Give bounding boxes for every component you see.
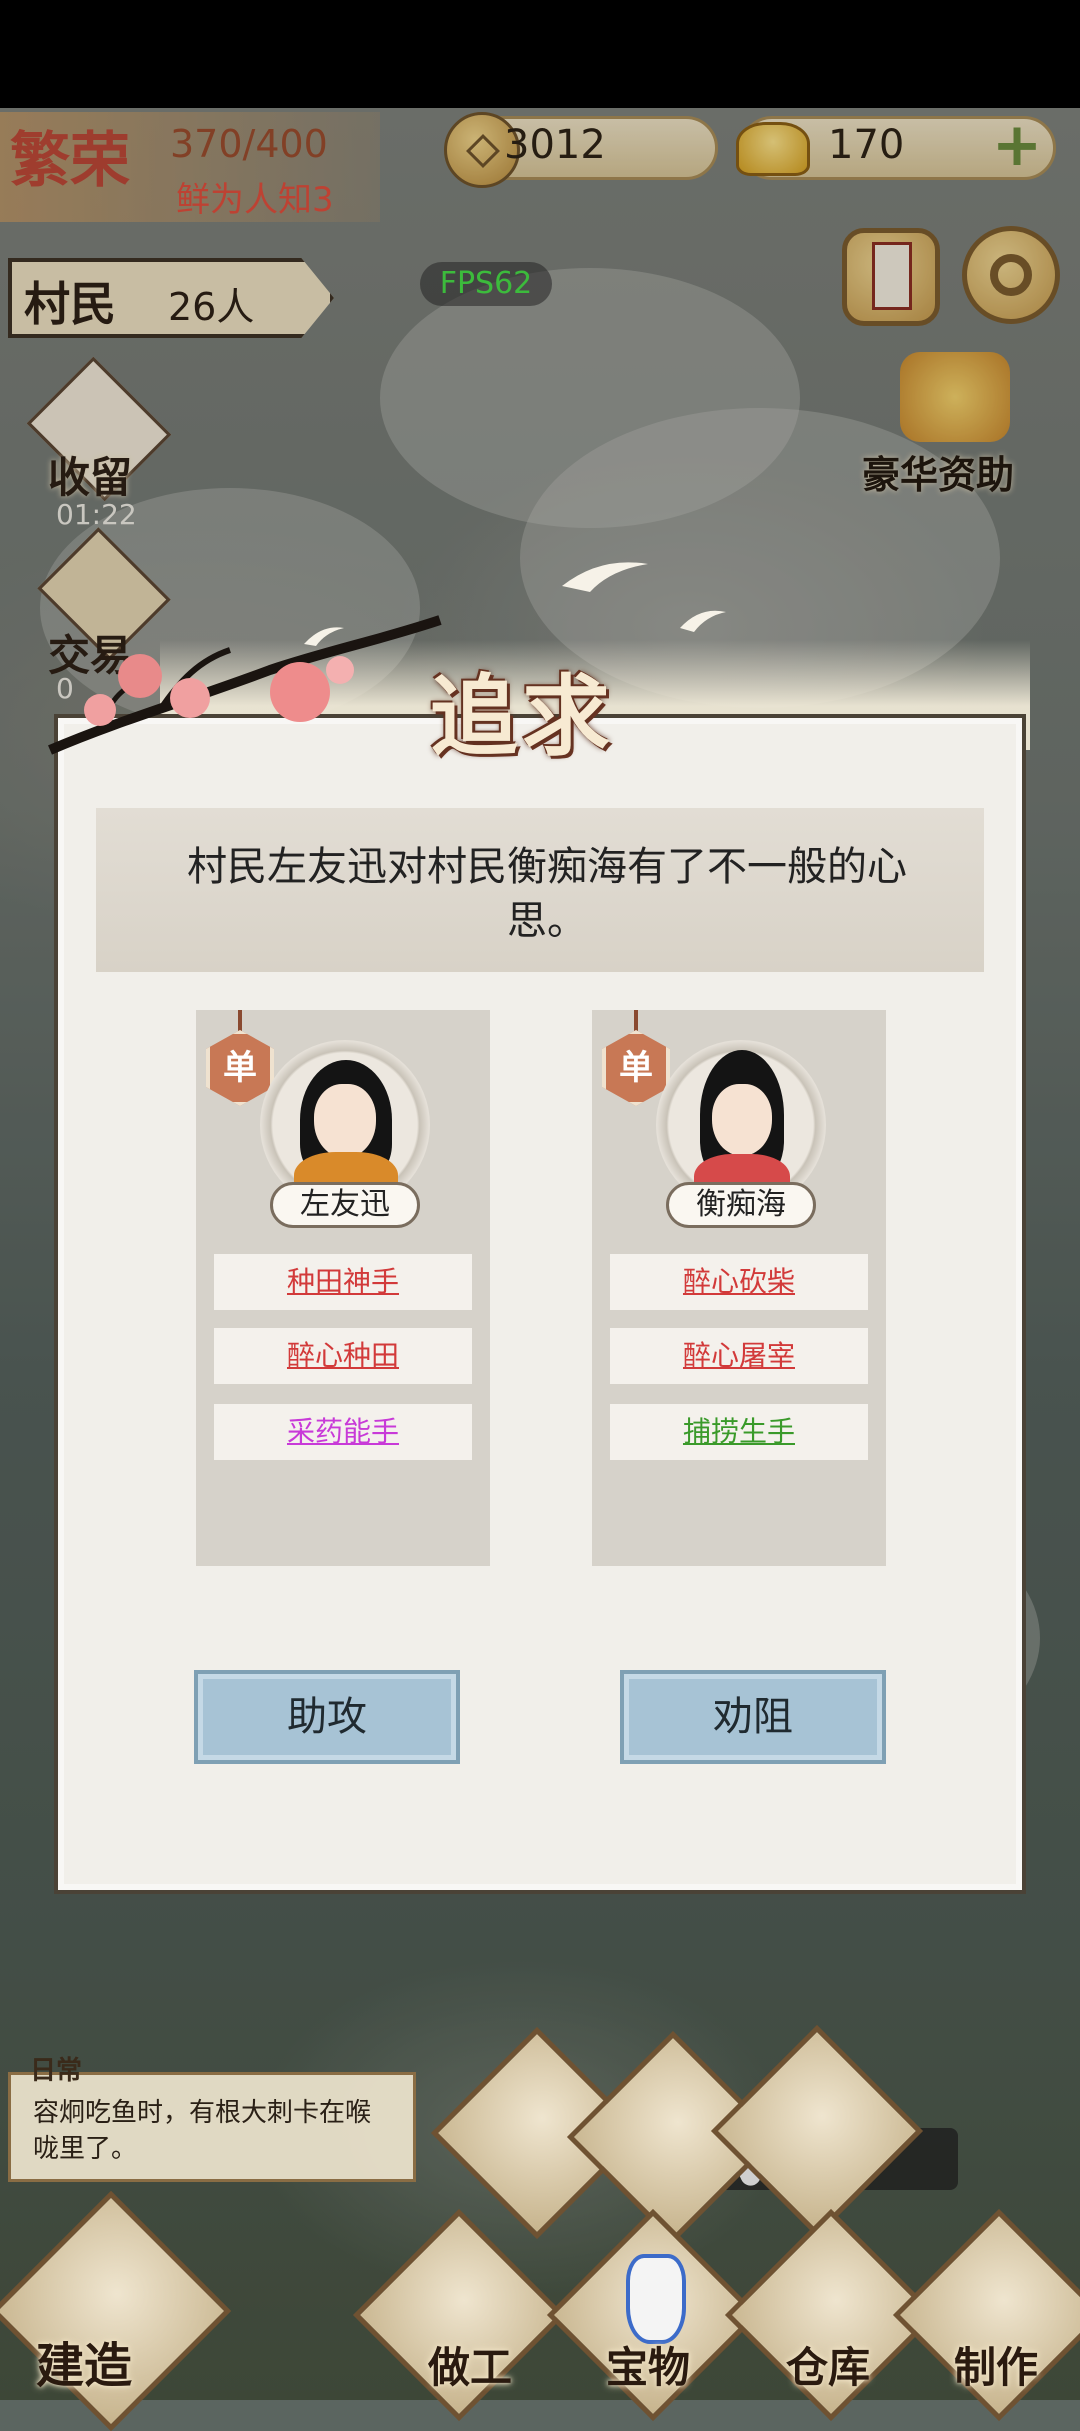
trait-tag[interactable]: 醉心种田 [214,1328,472,1384]
dialog-title: 追求 [430,664,615,768]
target-card: 单 衡痴海 醉心砍柴 醉心屠宰 捕捞生手 [592,1010,886,1566]
craft-label: 制作 [954,2343,1039,2392]
single-status-badge: 单 [206,1030,274,1106]
target-name: 衡痴海 [666,1182,816,1228]
status-bar [0,0,1080,108]
trait-tag[interactable]: 醉心屠宰 [610,1328,868,1384]
warehouse-label: 仓库 [786,2343,871,2392]
trait-tag[interactable]: 捕捞生手 [610,1404,868,1460]
swallow-bird-icon [562,562,648,592]
dialog-message: 村民左友迅对村民衡痴海有了不一般的心思。 [96,808,984,972]
work-label: 做工 [428,2343,513,2392]
suitor-name: 左友迅 [270,1182,420,1228]
treasure-label: 宝物 [606,2343,691,2392]
trait-tag[interactable]: 采药能手 [214,1404,472,1460]
trait-tag[interactable]: 醉心砍柴 [610,1254,868,1310]
build-label: 建造 [36,2338,133,2394]
single-status-badge: 单 [602,1030,670,1106]
swallow-bird-icon [304,627,344,646]
daily-news-tag: 日常 [30,2056,83,2086]
assist-button[interactable]: 助攻 [194,1670,460,1764]
suitor-card: 单 左友迅 种田神手 醉心种田 采药能手 [196,1010,490,1566]
swallow-bird-icon [680,610,726,632]
daily-news-box[interactable]: 容炯吃鱼时，有根大刺卡在喉咙里了。 [8,2072,416,2182]
trait-tag[interactable]: 种田神手 [214,1254,472,1310]
vase-icon [626,2254,686,2344]
dissuade-button[interactable]: 劝阻 [620,1670,886,1764]
